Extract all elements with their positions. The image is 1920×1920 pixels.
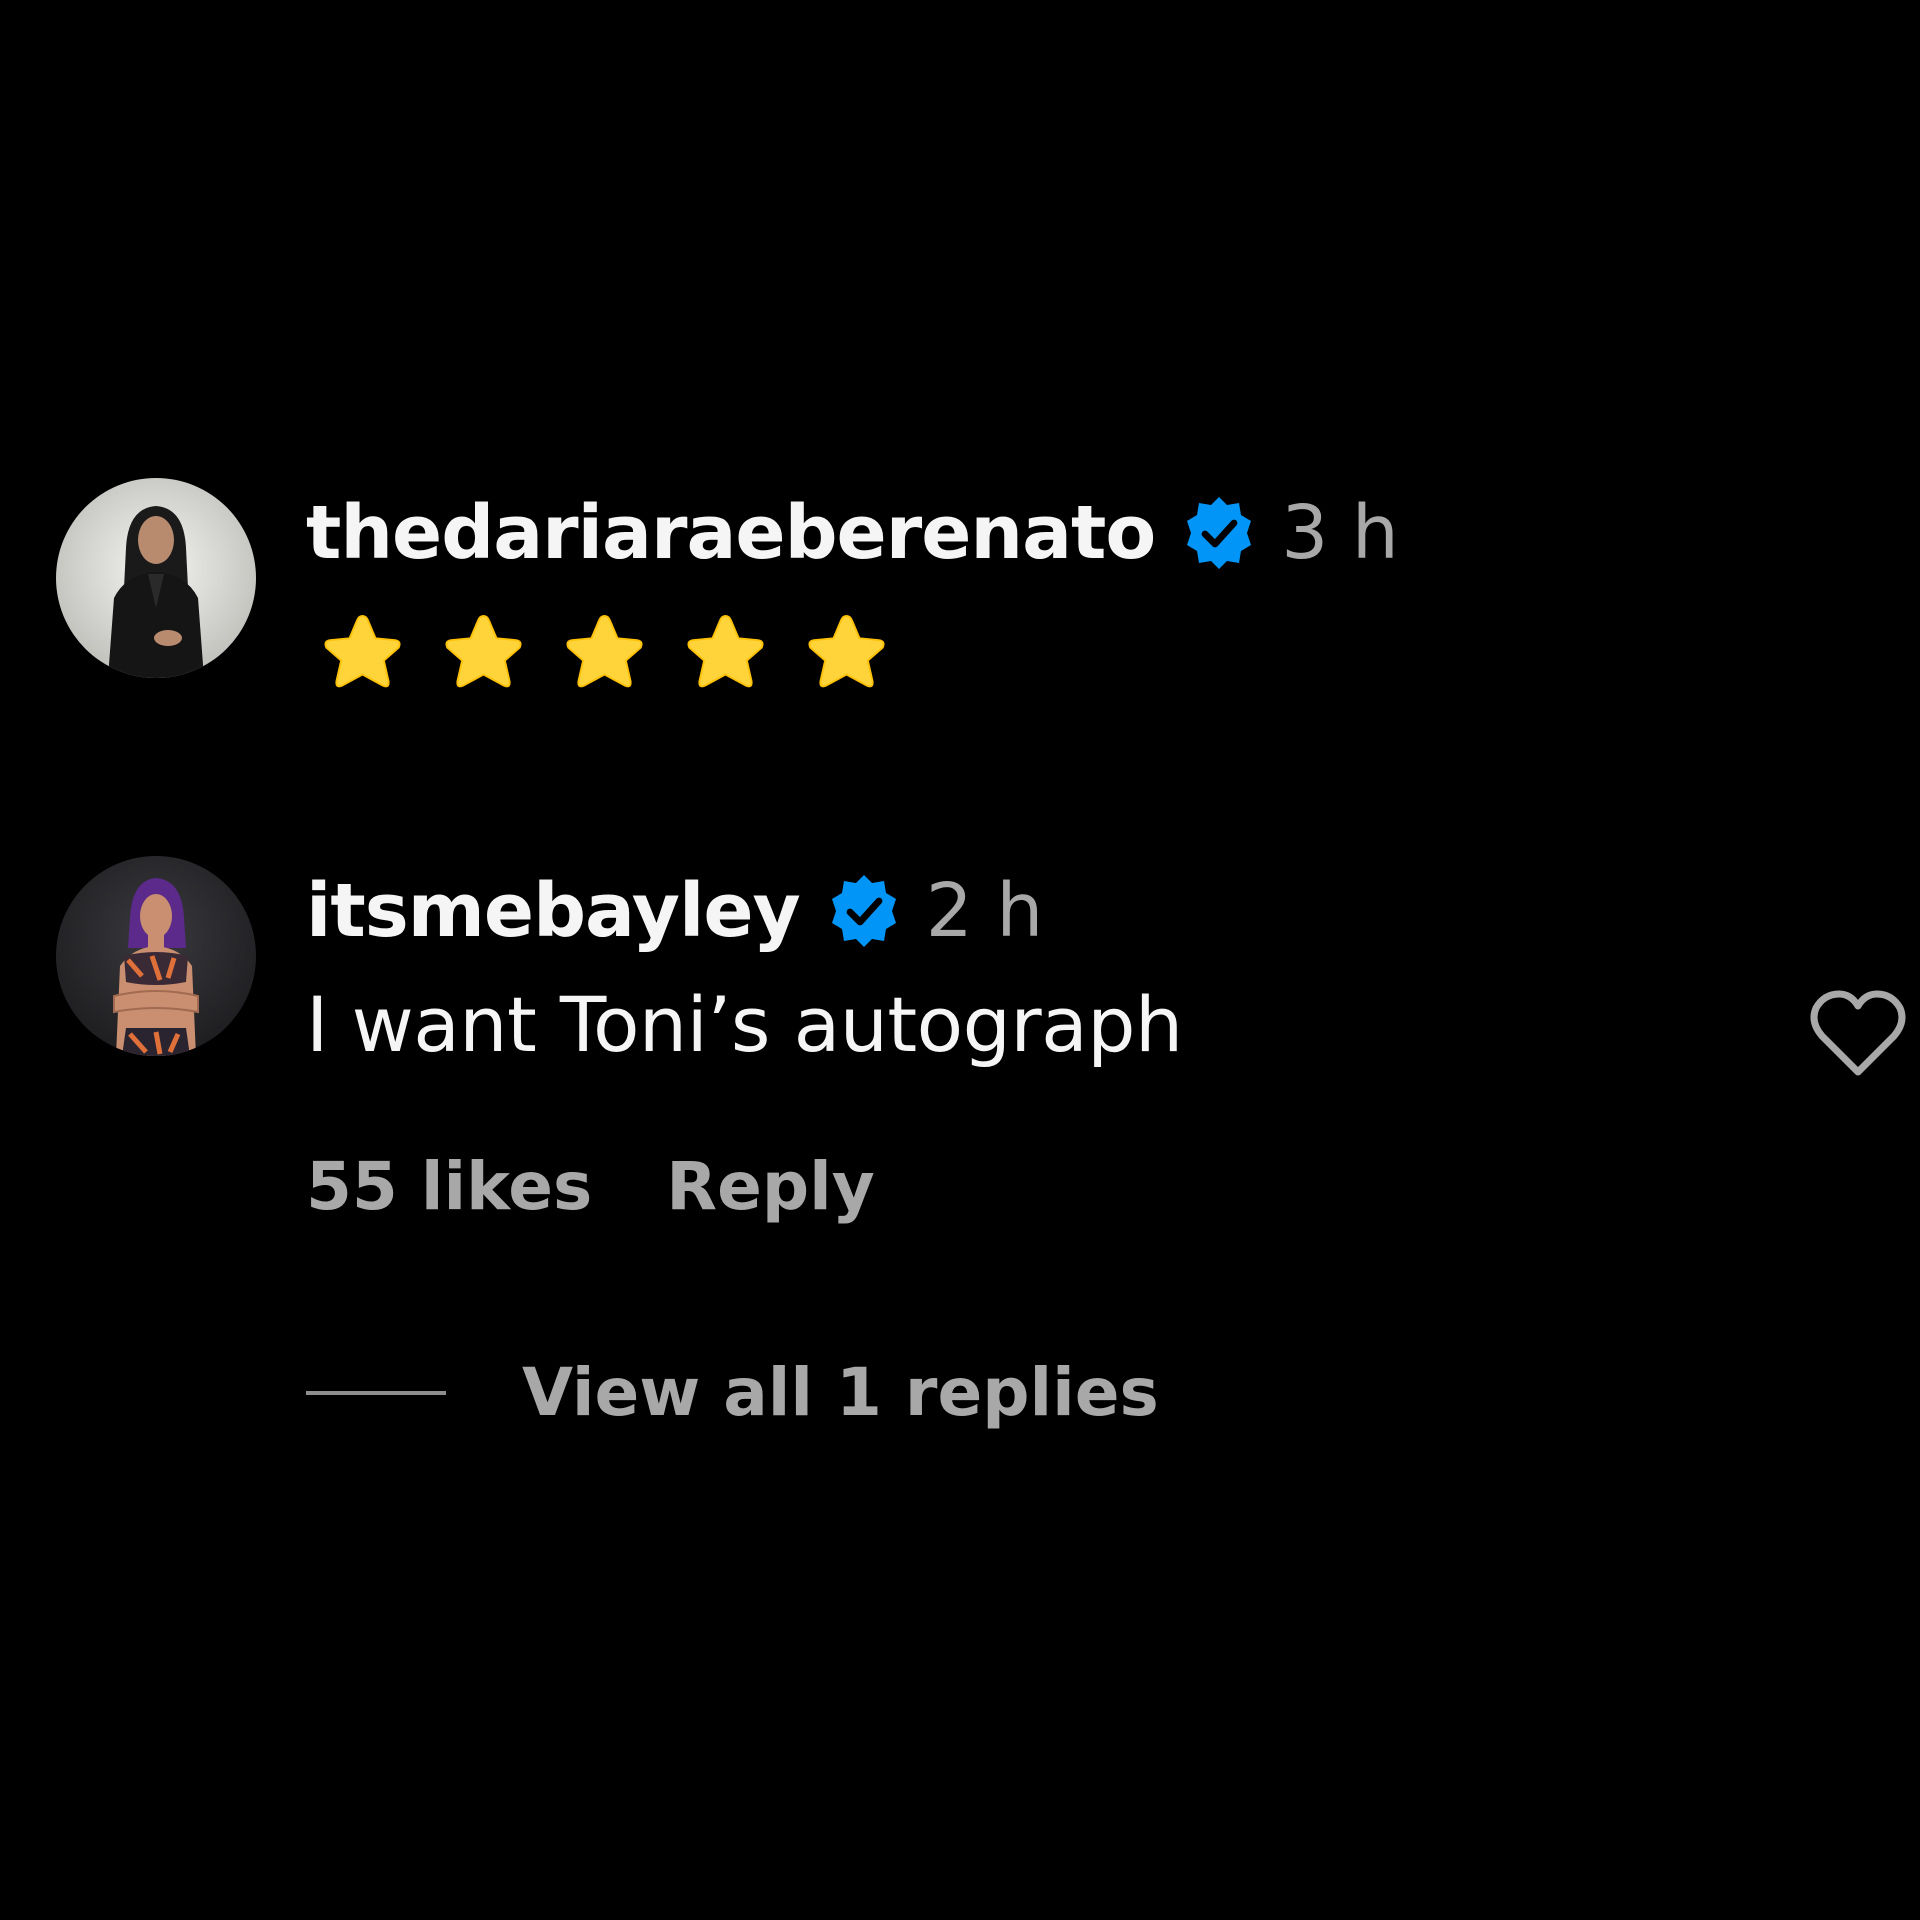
heart-outline-icon[interactable] xyxy=(1808,988,1908,1078)
verified-badge-icon xyxy=(824,871,904,951)
avatar-image xyxy=(56,856,256,1056)
username-link[interactable]: itsmebayley xyxy=(306,868,801,954)
star-emoji-icon xyxy=(437,610,530,700)
view-replies-button[interactable]: View all 1 replies xyxy=(306,1354,1159,1431)
verified-badge-icon xyxy=(1179,493,1259,573)
view-replies-label: View all 1 replies xyxy=(522,1354,1159,1431)
comment-header: itsmebayley 2 h xyxy=(306,868,1043,954)
replies-divider-line xyxy=(306,1390,446,1395)
username-link[interactable]: thedariaraeberenato xyxy=(306,490,1156,576)
star-emoji-icon xyxy=(800,610,893,700)
comment-header: thedariaraeberenato 3 h xyxy=(306,490,1399,576)
star-emoji-icon xyxy=(316,610,409,700)
avatar-image xyxy=(56,478,256,678)
avatar-thedariaraeberenato[interactable] xyxy=(56,478,256,678)
comment-timestamp: 2 h xyxy=(925,868,1044,954)
comment-actions: 55 likes Reply xyxy=(306,1148,875,1225)
comment-text-stars xyxy=(316,610,893,700)
reply-button[interactable]: Reply xyxy=(666,1148,874,1225)
star-emoji-icon xyxy=(558,610,651,700)
avatar-itsmebayley[interactable] xyxy=(56,856,256,1056)
comment-text: I want Toni’s autograph xyxy=(306,980,1183,1069)
star-emoji-icon xyxy=(679,610,772,700)
comment-timestamp: 3 h xyxy=(1281,490,1399,576)
likes-count-button[interactable]: 55 likes xyxy=(306,1148,592,1225)
